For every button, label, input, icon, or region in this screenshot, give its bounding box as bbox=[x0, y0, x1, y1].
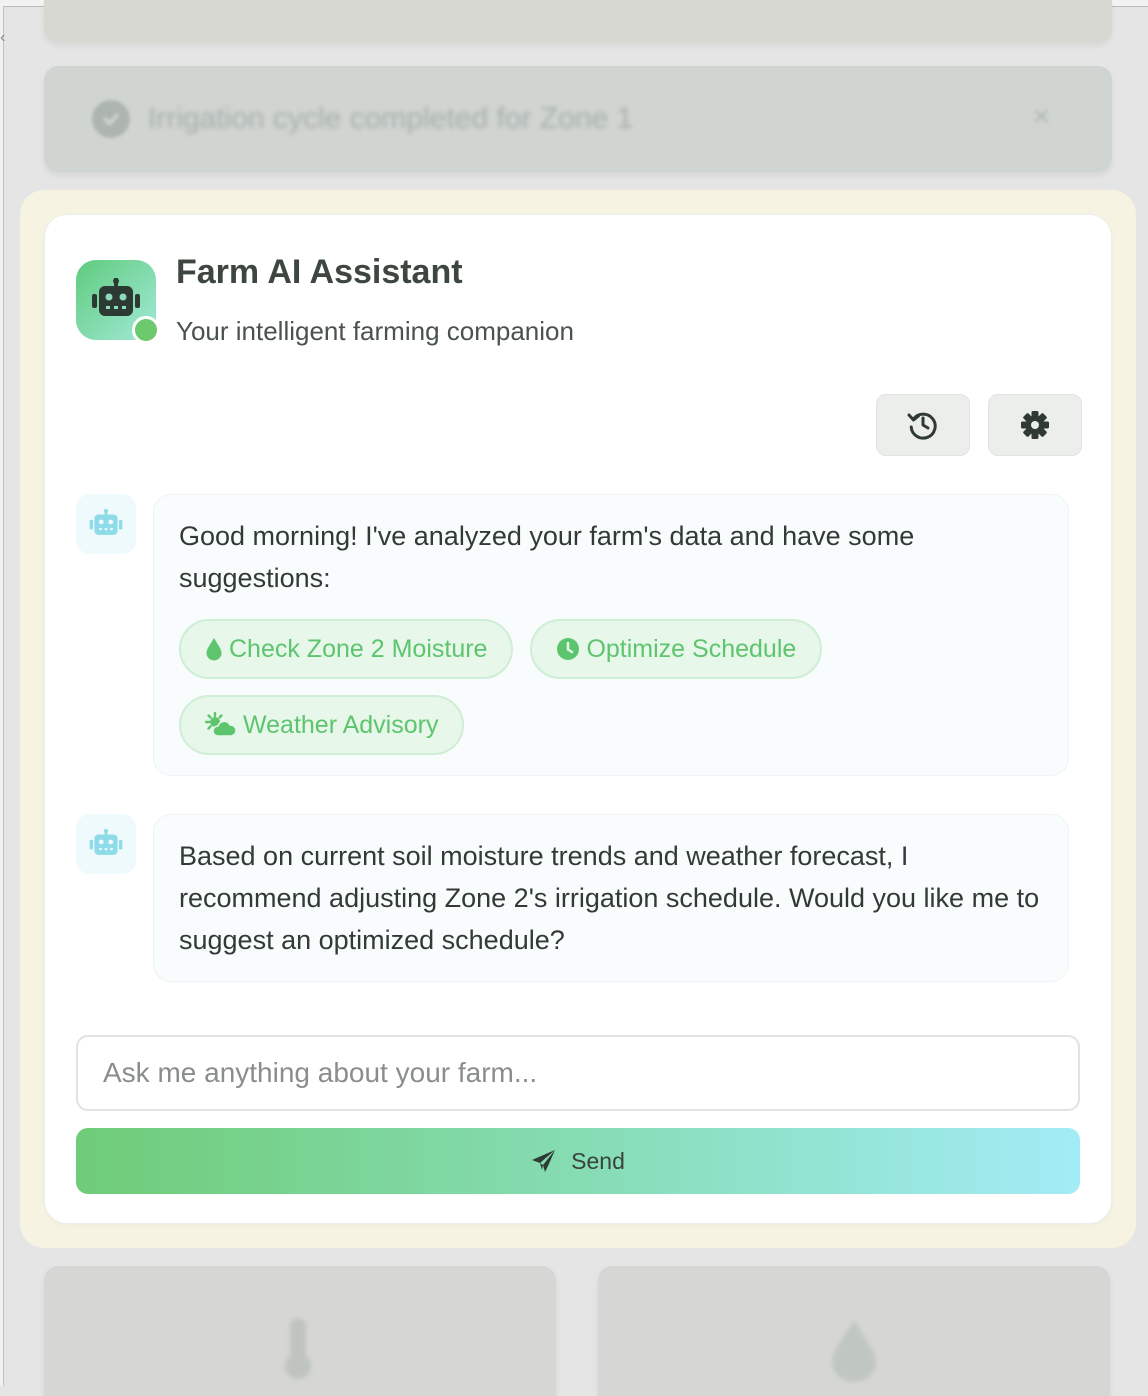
message-text: Good morning! I've analyzed your farm's … bbox=[179, 521, 915, 593]
message-bubble: Good morning! I've analyzed your farm's … bbox=[153, 494, 1069, 776]
ai-assistant-panel: Farm AI Assistant Your intelligent farmi… bbox=[45, 215, 1111, 1223]
settings-button[interactable] bbox=[988, 394, 1082, 456]
background-card-humidity bbox=[598, 1266, 1110, 1396]
edge-arrow-icon: ‹ bbox=[0, 29, 6, 46]
thermometer-icon bbox=[285, 1318, 311, 1379]
gear-icon bbox=[1021, 411, 1049, 439]
chip-label: Weather Advisory bbox=[243, 710, 439, 739]
robot-icon bbox=[89, 509, 123, 535]
clock-icon bbox=[557, 638, 580, 660]
optimize-schedule-button[interactable]: Optimize Schedule bbox=[530, 619, 823, 679]
online-status-indicator bbox=[132, 316, 160, 344]
background-notification: Irrigation cycle completed for Zone 1 × bbox=[44, 66, 1112, 172]
robot-icon bbox=[89, 829, 123, 855]
message-avatar bbox=[76, 494, 136, 554]
suggestion-actions: Check Zone 2 Moisture Optimize Schedule bbox=[179, 619, 839, 755]
message-bubble: Based on current soil moisture trends an… bbox=[153, 814, 1069, 982]
window-left-edge bbox=[0, 6, 4, 1386]
background-card-temperature bbox=[44, 1266, 556, 1396]
message-text: Based on current soil moisture trends an… bbox=[179, 841, 1040, 955]
close-icon: × bbox=[1032, 100, 1050, 133]
droplet-icon bbox=[832, 1320, 876, 1382]
assistant-avatar bbox=[76, 260, 160, 344]
droplet-icon bbox=[206, 638, 222, 661]
chip-label: Check Zone 2 Moisture bbox=[229, 634, 488, 663]
history-icon bbox=[907, 412, 937, 440]
send-button-label: Send bbox=[571, 1147, 625, 1174]
paper-plane-icon bbox=[532, 1150, 556, 1172]
message-avatar bbox=[76, 814, 136, 874]
weather-advisory-button[interactable]: Weather Advisory bbox=[179, 695, 465, 755]
notification-text: Irrigation cycle completed for Zone 1 bbox=[148, 102, 634, 135]
background-card-top bbox=[44, 0, 1112, 42]
send-button[interactable]: Send bbox=[76, 1128, 1080, 1194]
chip-label: Optimize Schedule bbox=[586, 634, 797, 663]
check-zone-2-moisture-button[interactable]: Check Zone 2 Moisture bbox=[179, 619, 514, 679]
check-circle-icon bbox=[92, 100, 130, 138]
assistant-subtitle: Your intelligent farming companion bbox=[176, 316, 574, 346]
robot-icon bbox=[92, 278, 140, 316]
chat-input[interactable] bbox=[76, 1035, 1080, 1111]
assistant-title: Farm AI Assistant bbox=[176, 253, 463, 291]
history-button[interactable] bbox=[876, 394, 970, 456]
sun-cloud-icon bbox=[205, 712, 237, 737]
